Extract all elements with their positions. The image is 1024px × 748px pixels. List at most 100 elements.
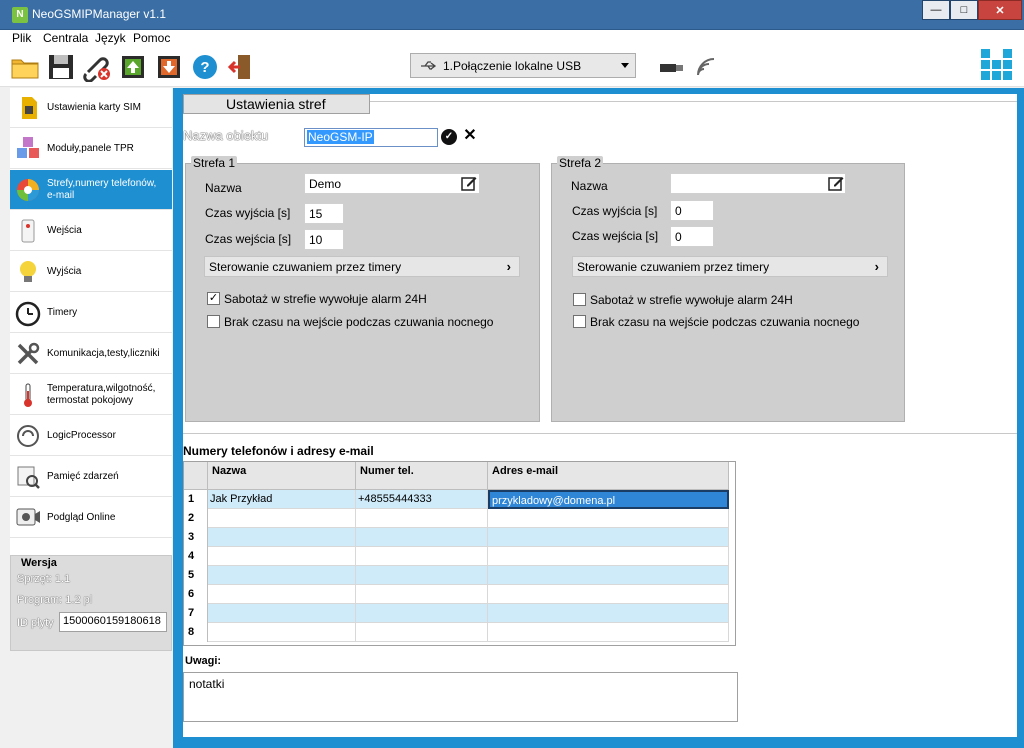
sidebar-item-zones[interactable]: Strefy,numery telefonów, e-mail [10,170,172,210]
table-row[interactable]: 1 Jak Przykład +48555444333 przykladowy@… [184,490,735,509]
name-cell[interactable] [208,528,356,547]
zone-1-group: Strefa 1 Nazwa Demo Czas wyjścia [s] 15 … [185,156,540,422]
entry-time-field[interactable]: 0 [670,226,714,247]
exit-time-field[interactable]: 0 [670,200,714,221]
zone-name-label: Nazwa [571,179,608,193]
row-number: 4 [184,547,208,566]
section-tab: Ustawienia stref [183,94,370,114]
divider [370,101,1017,102]
edit-icon[interactable] [461,175,477,191]
name-cell[interactable] [208,604,356,623]
cancel-x-icon[interactable]: ✕ [460,127,480,145]
sabotage-checkbox[interactable]: ✓ [207,292,220,305]
column-header-email[interactable]: Adres e-mail [488,462,729,490]
table-row[interactable]: 7 [184,604,735,623]
email-cell[interactable] [488,547,729,566]
table-row[interactable]: 5 [184,566,735,585]
phone-cell[interactable] [356,566,488,585]
maximize-button[interactable]: □ [950,0,978,20]
phones-table: Nazwa Numer tel. Adres e-mail 1 Jak Przy… [183,461,736,646]
table-row[interactable]: 2 [184,509,735,528]
email-cell[interactable] [488,566,729,585]
table-row[interactable]: 6 [184,585,735,604]
phone-cell[interactable] [356,509,488,528]
board-id-field[interactable]: 1500060159180618 [59,612,167,632]
minimize-button[interactable]: — [922,0,950,20]
sabotage-checkbox[interactable] [573,293,586,306]
wireless-signal-icon [697,58,715,76]
save-icon[interactable] [46,52,76,82]
name-cell[interactable] [208,585,356,604]
sidebar-item-logicprocessor[interactable]: LogicProcessor [10,416,172,456]
phone-cell[interactable] [356,528,488,547]
column-header-phone[interactable]: Numer tel. [356,462,488,490]
zone-name-field[interactable]: Demo [304,173,480,194]
object-name-field[interactable]: NeoGSM-IP [304,128,438,147]
exit-time-field[interactable]: 15 [304,203,344,224]
email-cell[interactable] [488,509,729,528]
table-row[interactable]: 4 [184,547,735,566]
email-cell[interactable] [488,528,729,547]
phone-cell[interactable] [356,547,488,566]
phone-cell[interactable] [356,604,488,623]
sidebar-item-timers[interactable]: Timery [10,293,172,333]
disconnect-icon[interactable] [82,52,112,82]
menu-pomoc[interactable]: Pomoc [133,31,170,45]
confirm-check-icon[interactable]: ✓ [441,129,457,145]
notes-textarea[interactable]: notatki [183,672,738,722]
night-entry-checkbox[interactable] [573,315,586,328]
table-row[interactable]: 8 [184,623,735,642]
sidebar-item-outputs[interactable]: Wyjścia [10,252,172,292]
name-cell[interactable] [208,547,356,566]
sidebar-item-inputs[interactable]: Wejścia [10,211,172,251]
upload-to-device-icon[interactable] [118,52,148,82]
hardware-version: Sprzęt: 1.1 [17,573,71,585]
name-cell[interactable] [208,623,356,642]
sidebar-item-online[interactable]: Podgląd Online [10,498,172,538]
sidebar-item-communication[interactable]: Komunikacja,testy,liczniki [10,334,172,374]
entry-time-field[interactable]: 10 [304,229,344,250]
zone-name-field[interactable] [670,173,846,194]
row-number: 1 [184,490,208,509]
sidebar-item-sim[interactable]: Ustawienia karty SIM [10,88,172,128]
phone-cell[interactable] [356,585,488,604]
program-version: Program: 1.2 pl [17,594,93,606]
folder-icon[interactable] [10,52,40,82]
name-cell[interactable] [208,509,356,528]
timer-control-button[interactable]: Sterowanie czuwaniem przez timery › [572,256,888,277]
email-cell[interactable] [488,604,729,623]
timer-control-button[interactable]: Sterowanie czuwaniem przez timery › [204,256,520,277]
chevron-right-icon: › [874,259,879,274]
column-header-name[interactable]: Nazwa [208,462,356,490]
help-icon[interactable]: ? [190,52,220,82]
night-entry-checkbox[interactable] [207,315,220,328]
divider [183,433,1017,434]
connection-select[interactable]: 1.Połączenie lokalne USB [410,53,636,78]
email-cell[interactable] [488,585,729,604]
close-button[interactable]: ✕ [978,0,1022,20]
clock-icon [15,301,41,327]
name-cell[interactable]: Jak Przykład [208,490,356,509]
usb-dongle-icon [660,64,683,72]
name-cell[interactable] [208,566,356,585]
email-cell[interactable] [488,623,729,642]
menu-centrala[interactable]: Centrala [43,31,88,45]
exit-icon[interactable] [226,52,256,82]
email-cell[interactable]: przykladowy@domena.pl [488,490,729,509]
tiles-logo-icon [981,49,1012,80]
download-from-device-icon[interactable] [154,52,184,82]
row-number: 7 [184,604,208,623]
phone-cell[interactable] [356,623,488,642]
sidebar-item-modules[interactable]: Moduły,panele TPR [10,129,172,169]
menu-jezyk[interactable]: Język [95,31,126,45]
sabotage-label: Sabotaż w strefie wywołuje alarm 24H [224,292,427,306]
modules-icon [17,137,39,158]
edit-icon[interactable] [828,175,844,191]
board-id-label: ID płyty [17,617,54,629]
phone-cell[interactable]: +48555444333 [356,490,488,509]
object-name-label: Nazwa obiektu [183,128,269,143]
sidebar-item-event-log[interactable]: Pamięć zdarzeń [10,457,172,497]
table-row[interactable]: 3 [184,528,735,547]
sidebar-item-temperature[interactable]: Temperatura,wilgotność, termostat pokojo… [10,375,172,415]
menu-plik[interactable]: Plik [12,31,31,45]
